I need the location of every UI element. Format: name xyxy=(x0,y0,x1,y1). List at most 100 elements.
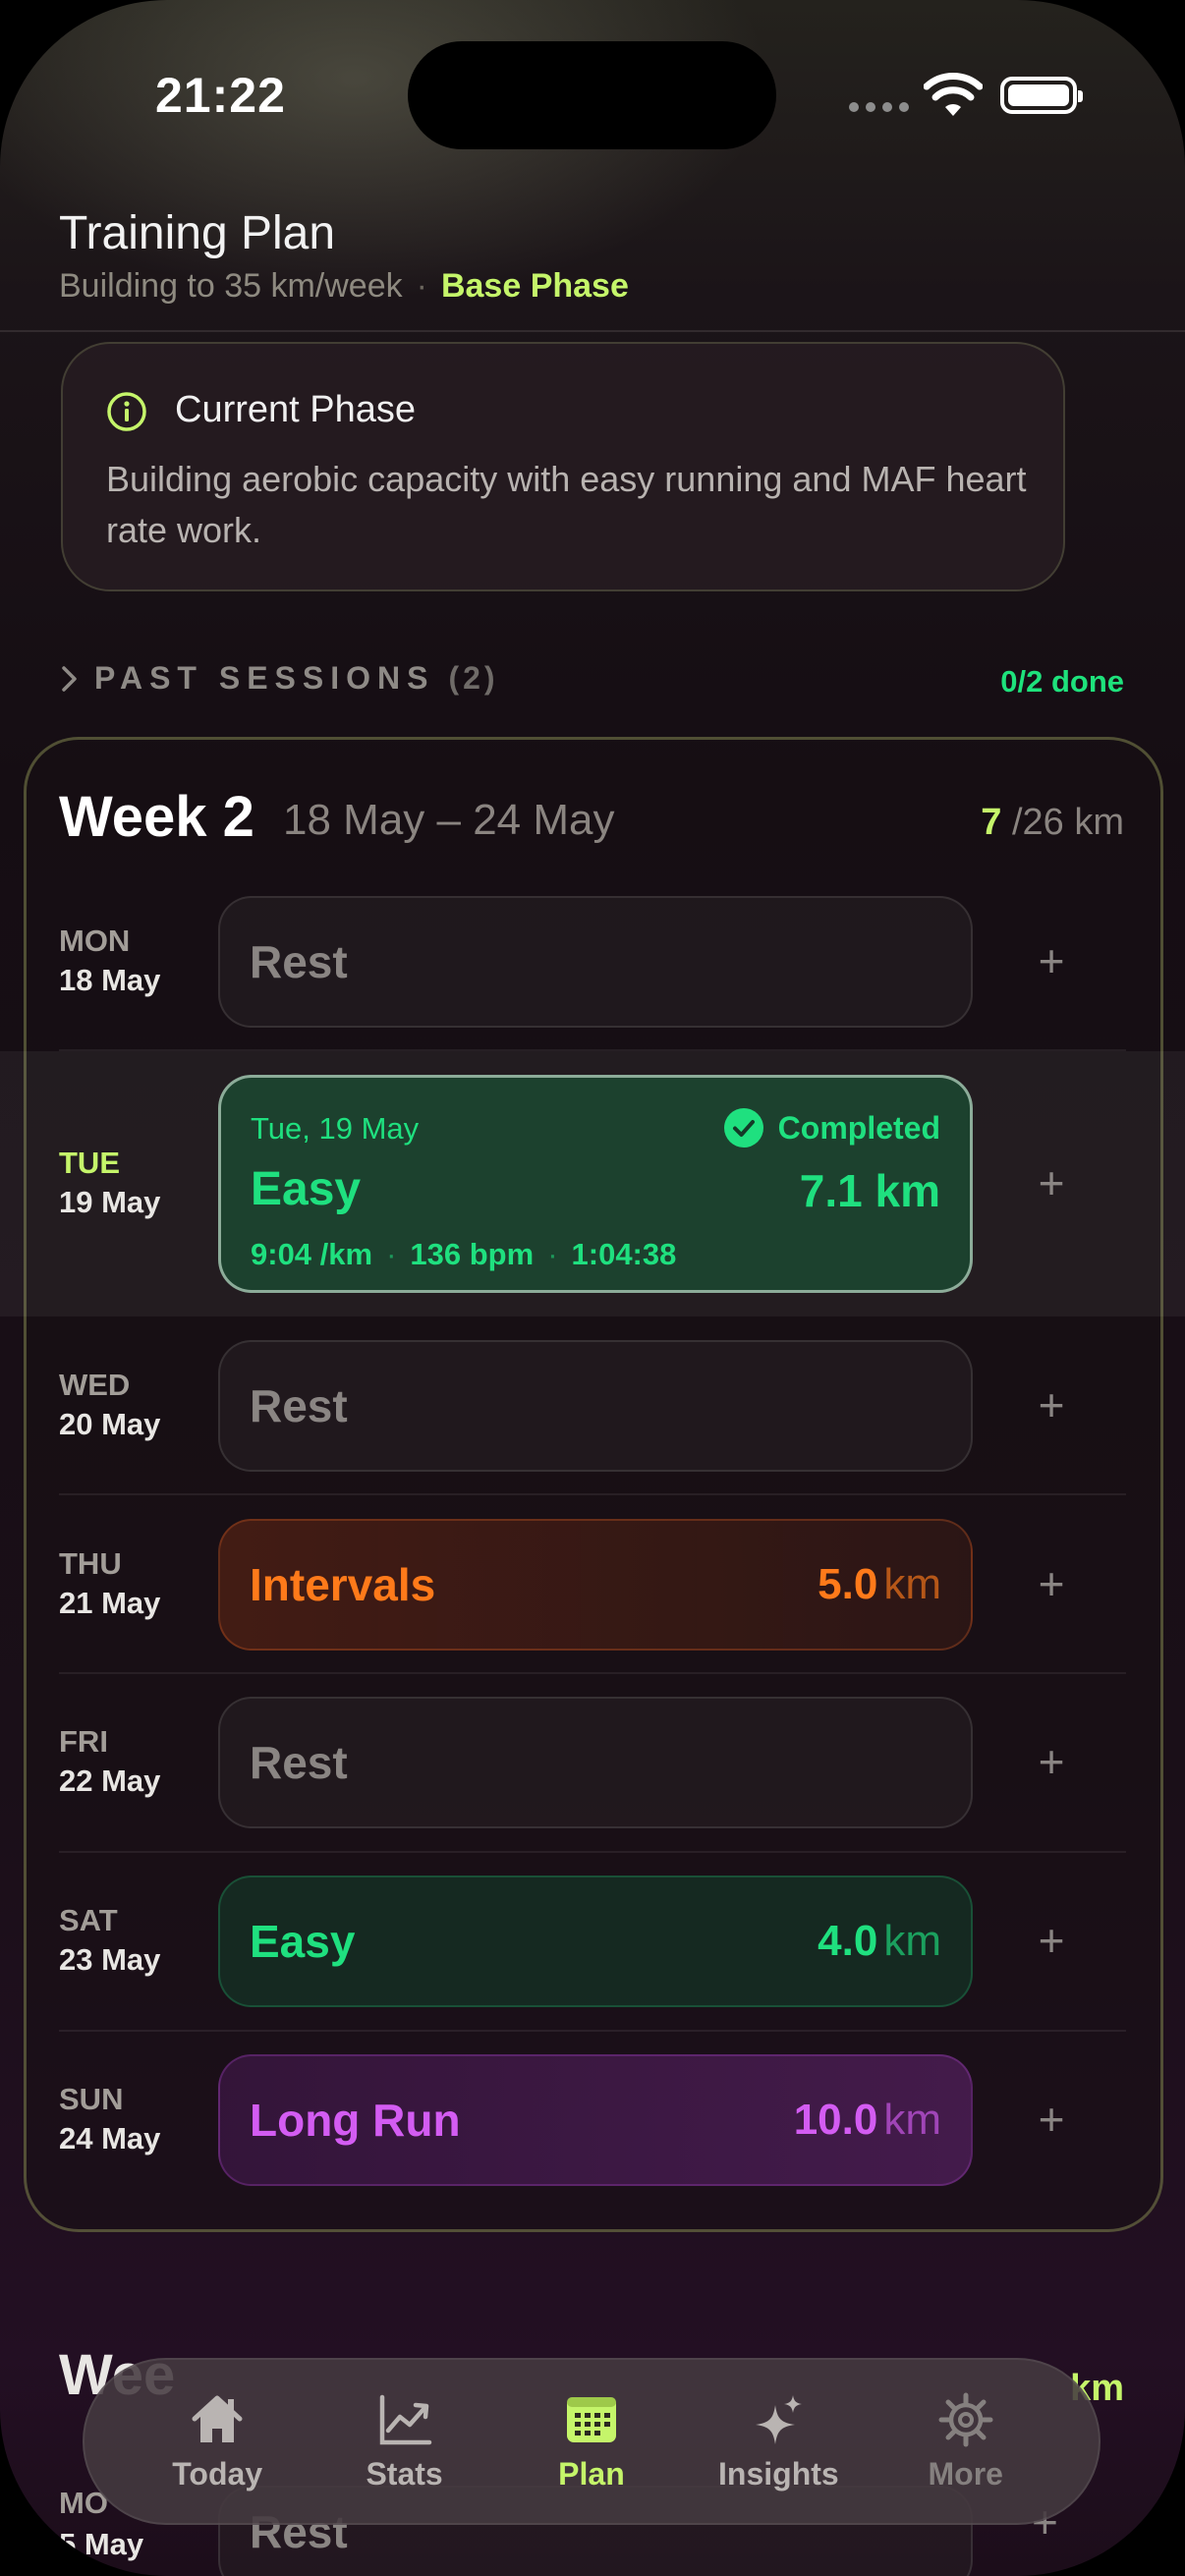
row-divider xyxy=(59,1672,1126,1674)
add-session-button-sun[interactable]: + xyxy=(1022,2090,1081,2149)
add-session-button-fri[interactable]: + xyxy=(1022,1732,1081,1791)
session-card-wed[interactable]: Rest xyxy=(218,1340,973,1472)
battery-icon xyxy=(1000,77,1083,114)
distance-unit: km xyxy=(883,1917,941,1965)
day-label-thu: THU 21 May xyxy=(59,1546,160,1621)
completed-label: Completed xyxy=(777,1109,940,1146)
page-title: Training Plan xyxy=(59,207,336,259)
distance-value: 4.0 xyxy=(818,1917,878,1965)
session-name: Rest xyxy=(250,1380,348,1431)
add-session-button-thu[interactable]: + xyxy=(1022,1554,1081,1613)
day-of-week: THU xyxy=(59,1546,122,1581)
session-stats: 9:04 /km · 136 bpm · 1:04:38 xyxy=(251,1237,676,1272)
session-name: Intervals xyxy=(250,1559,436,1610)
add-session-button-sat[interactable]: + xyxy=(1022,1911,1081,1970)
session-card-tue-completed[interactable]: Tue, 19 May Completed Easy 7.1 km 9:04 /… xyxy=(218,1075,973,1293)
distance-value: 5.0 xyxy=(818,1560,878,1608)
sparkles-icon xyxy=(756,2394,803,2444)
checkmark-circle-icon xyxy=(723,1108,763,1148)
day-label-tue: TUE 19 May xyxy=(59,1146,160,1220)
row-divider xyxy=(59,1851,1126,1853)
current-phase-card: Current Phase Building aerobic capacity … xyxy=(61,342,1065,591)
tab-label: Insights xyxy=(718,2455,839,2492)
tab-insights[interactable]: Insights xyxy=(695,2391,862,2492)
day-of-week: FRI xyxy=(59,1724,108,1759)
day-label-wed: WED 20 May xyxy=(59,1368,160,1442)
day-label-fri: FRI 22 May xyxy=(59,1724,160,1799)
row-divider xyxy=(59,1493,1126,1495)
session-distance: 5.0 km xyxy=(818,1560,941,1609)
page-subtitle: Building to 35 km/week · Base Phase xyxy=(59,267,629,306)
tab-bar: Today Stats Plan Insights More xyxy=(83,2358,1100,2525)
phase-card-body: Building aerobic capacity with easy runn… xyxy=(106,459,1027,550)
session-card-fri[interactable]: Rest xyxy=(218,1697,973,1828)
session-card-thu[interactable]: Intervals 5.0 km xyxy=(218,1519,973,1651)
distance-unit: km xyxy=(883,1560,941,1608)
tab-label: Today xyxy=(172,2455,263,2492)
wifi-icon xyxy=(924,73,983,116)
week-km-done: 7 xyxy=(981,802,1002,843)
day-of-week: SUN xyxy=(59,2082,124,2116)
day-of-week: WED xyxy=(59,1368,131,1402)
past-sessions-done: 0/2 done xyxy=(1000,664,1124,699)
day-of-week: MON xyxy=(59,924,131,958)
session-distance: 7.1 km xyxy=(799,1165,940,1216)
tab-stats[interactable]: Stats xyxy=(321,2391,488,2492)
distance-value: 10.0 xyxy=(793,2096,878,2144)
session-full-date: Tue, 19 May xyxy=(251,1111,420,1146)
tab-more[interactable]: More xyxy=(882,2391,1049,2492)
day-date: 20 May xyxy=(59,1407,161,1441)
session-card-sun[interactable]: Long Run 10.0 km xyxy=(218,2054,973,2186)
day-date: 18 May xyxy=(59,963,161,997)
info-icon xyxy=(107,392,146,431)
cellular-signal-icon xyxy=(849,102,909,112)
stat-separator: · xyxy=(386,1237,397,1271)
day-date: 22 May xyxy=(59,1764,161,1798)
chart-icon xyxy=(379,2394,431,2444)
session-pace: 9:04 /km xyxy=(251,1237,373,1271)
day-label-sat: SAT 23 May xyxy=(59,1903,160,1978)
session-name: Easy xyxy=(251,1163,362,1215)
tab-label: Stats xyxy=(366,2455,443,2492)
session-name: Long Run xyxy=(250,2095,461,2146)
day-label-sun: SUN 24 May xyxy=(59,2082,160,2156)
row-divider xyxy=(59,2030,1126,2032)
session-name: Rest xyxy=(250,936,348,987)
past-sessions-toggle[interactable]: PAST SESSIONS (2) xyxy=(59,660,499,697)
session-duration: 1:04:38 xyxy=(571,1237,677,1271)
header-divider xyxy=(0,330,1185,332)
distance-unit: km xyxy=(883,2096,941,2144)
day-of-week: TUE xyxy=(59,1146,120,1180)
past-sessions-count: (2) xyxy=(448,660,499,696)
session-card-mon[interactable]: Rest xyxy=(218,896,973,1028)
day-date: 19 May xyxy=(59,1185,161,1219)
week-date-range: 18 May – 24 May xyxy=(283,796,615,844)
chevron-right-icon xyxy=(62,665,77,692)
session-heart-rate: 136 bpm xyxy=(410,1237,535,1271)
add-session-button-mon[interactable]: + xyxy=(1022,931,1081,990)
phase-card-title: Current Phase xyxy=(175,389,417,430)
add-session-button-wed[interactable]: + xyxy=(1022,1375,1081,1434)
day-of-week: SAT xyxy=(59,1903,118,1937)
weekly-target: Building to 35 km/week xyxy=(59,267,403,305)
stat-separator: · xyxy=(547,1237,558,1271)
session-name: Rest xyxy=(250,1737,348,1788)
status-time: 21:22 xyxy=(155,68,286,123)
dynamic-island xyxy=(408,41,776,149)
tab-plan[interactable]: Plan xyxy=(508,2391,675,2492)
day-date: 23 May xyxy=(59,1942,161,1977)
day-date: 21 May xyxy=(59,1586,161,1620)
session-card-sat[interactable]: Easy 4.0 km xyxy=(218,1876,973,2007)
tab-label: Plan xyxy=(558,2455,625,2492)
next-week-day-date: 5 May xyxy=(59,2527,144,2561)
add-session-button-tue[interactable]: + xyxy=(1022,1153,1081,1212)
week-distance: 7 /26 km xyxy=(981,802,1124,844)
tab-today[interactable]: Today xyxy=(134,2391,301,2492)
session-name: Easy xyxy=(250,1916,356,1967)
home-icon xyxy=(192,2395,243,2442)
subtitle-separator: · xyxy=(416,267,427,305)
session-distance: 10.0 km xyxy=(794,2096,941,2145)
calendar-icon xyxy=(566,2396,616,2442)
week-title: Week 2 xyxy=(59,785,254,849)
session-distance: 4.0 km xyxy=(818,1917,941,1966)
